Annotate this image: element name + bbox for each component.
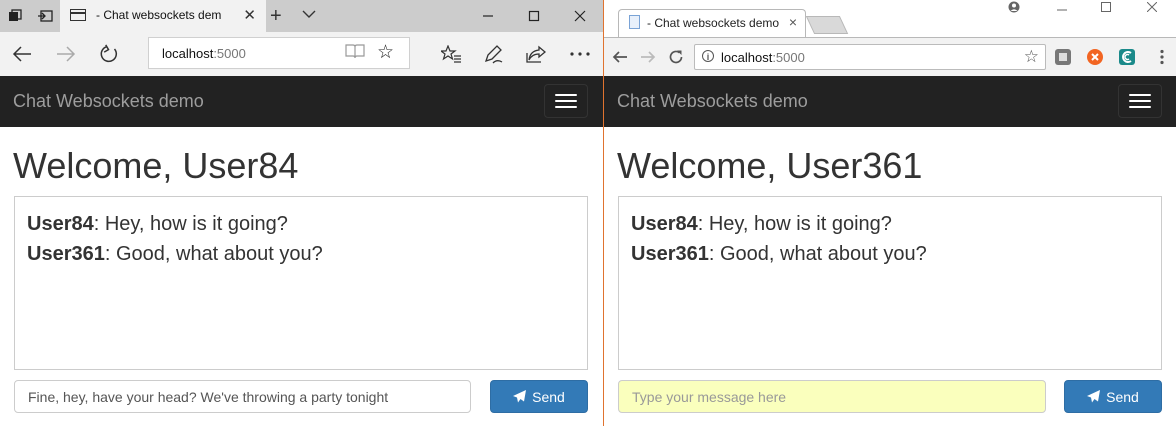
page-icon	[70, 9, 86, 21]
forward-icon	[46, 32, 86, 76]
site-navbar: Chat Websockets demo	[0, 76, 603, 127]
reading-view-icon[interactable]	[345, 43, 365, 64]
maximize-icon[interactable]	[1084, 0, 1128, 14]
message-text: : Good, what about you?	[708, 243, 927, 265]
chat-log: User84: Hey, how is it going? User361: G…	[618, 196, 1162, 370]
edge-toolbar: localhost:5000 ☆	[0, 32, 603, 76]
message-text: : Hey, how is it going?	[697, 213, 892, 235]
refresh-icon[interactable]	[89, 32, 129, 76]
more-icon[interactable]	[560, 32, 600, 76]
send-label: Send	[532, 388, 565, 405]
chat-message: User84: Hey, how is it going?	[27, 209, 575, 239]
hamburger-menu-icon[interactable]	[1118, 84, 1162, 118]
page-title: Welcome, User361	[617, 145, 923, 186]
extension-icon[interactable]	[1087, 49, 1103, 65]
message-user: User361	[631, 243, 709, 265]
address-bar[interactable]: i localhost:5000 ☆	[694, 44, 1046, 70]
message-user: User84	[631, 213, 698, 235]
new-tab-icon[interactable]: +	[270, 5, 282, 28]
info-icon[interactable]: i	[702, 50, 714, 62]
chrome-active-tab[interactable]: - Chat websockets demo ×	[618, 9, 806, 37]
send-label: Send	[1106, 388, 1139, 405]
send-icon	[1087, 390, 1101, 403]
maximize-icon[interactable]	[511, 0, 557, 32]
message-text: : Hey, how is it going?	[93, 213, 288, 235]
favorites-hub-icon[interactable]	[431, 32, 471, 76]
message-user: User361	[27, 243, 105, 265]
menu-icon[interactable]	[1150, 38, 1174, 76]
extension-icon[interactable]	[1055, 49, 1071, 65]
tab-list-icon[interactable]	[0, 0, 30, 32]
close-icon[interactable]: ×	[789, 14, 797, 30]
message-input[interactable]	[14, 380, 471, 413]
message-text: : Good, what about you?	[104, 243, 323, 265]
bookmark-star-icon[interactable]: ☆	[1024, 47, 1039, 67]
tab-preview-icon[interactable]	[302, 6, 316, 22]
navbar-brand[interactable]: Chat Websockets demo	[617, 91, 808, 112]
set-aside-tabs-icon[interactable]	[30, 0, 60, 32]
send-button[interactable]: Send	[1064, 380, 1162, 413]
chrome-browser-window: - Chat websockets demo × i localhost:500…	[604, 0, 1176, 426]
chrome-tab-strip: - Chat websockets demo ×	[604, 0, 1176, 37]
tab-title: - Chat websockets demo	[647, 16, 780, 30]
chat-message: User84: Hey, how is it going?	[631, 209, 1149, 239]
favorite-star-icon[interactable]: ☆	[377, 41, 394, 64]
tab-title: - Chat websockets dem	[96, 8, 222, 22]
address-bar[interactable]: localhost:5000 ☆	[148, 37, 410, 69]
edge-tab-strip: - Chat websockets dem ✕ +	[0, 0, 603, 32]
message-user: User84	[27, 213, 94, 235]
send-icon	[513, 390, 527, 403]
chat-log: User84: Hey, how is it going? User361: G…	[14, 196, 588, 370]
reload-icon[interactable]	[664, 38, 688, 76]
web-note-icon[interactable]	[473, 32, 513, 76]
close-icon[interactable]: ✕	[243, 6, 256, 24]
site-navbar: Chat Websockets demo	[604, 76, 1176, 127]
back-icon[interactable]	[2, 32, 42, 76]
message-input[interactable]	[618, 380, 1046, 413]
close-window-icon[interactable]	[1130, 0, 1174, 14]
document-icon	[629, 15, 640, 29]
new-tab-button[interactable]	[805, 16, 849, 34]
chat-message: User361: Good, what about you?	[27, 239, 575, 269]
close-window-icon[interactable]	[557, 0, 603, 32]
edge-active-tab[interactable]: - Chat websockets dem ✕	[60, 0, 266, 32]
minimize-icon[interactable]	[465, 0, 511, 32]
page-title: Welcome, User84	[13, 145, 299, 186]
send-button[interactable]: Send	[490, 380, 588, 413]
address-text: localhost:5000	[721, 50, 805, 65]
back-icon[interactable]	[608, 38, 632, 76]
forward-icon	[636, 38, 660, 76]
hamburger-menu-icon[interactable]	[544, 84, 588, 118]
minimize-icon[interactable]	[1040, 0, 1084, 14]
navbar-brand[interactable]: Chat Websockets demo	[13, 91, 204, 112]
address-text: localhost:5000	[162, 46, 246, 61]
extension-icon[interactable]	[1119, 49, 1135, 65]
chrome-toolbar: i localhost:5000 ☆	[604, 37, 1176, 76]
profile-icon[interactable]	[992, 0, 1036, 14]
share-icon[interactable]	[516, 32, 556, 76]
edge-browser-window: - Chat websockets dem ✕ + localhost:5000	[0, 0, 603, 426]
chat-message: User361: Good, what about you?	[631, 239, 1149, 269]
